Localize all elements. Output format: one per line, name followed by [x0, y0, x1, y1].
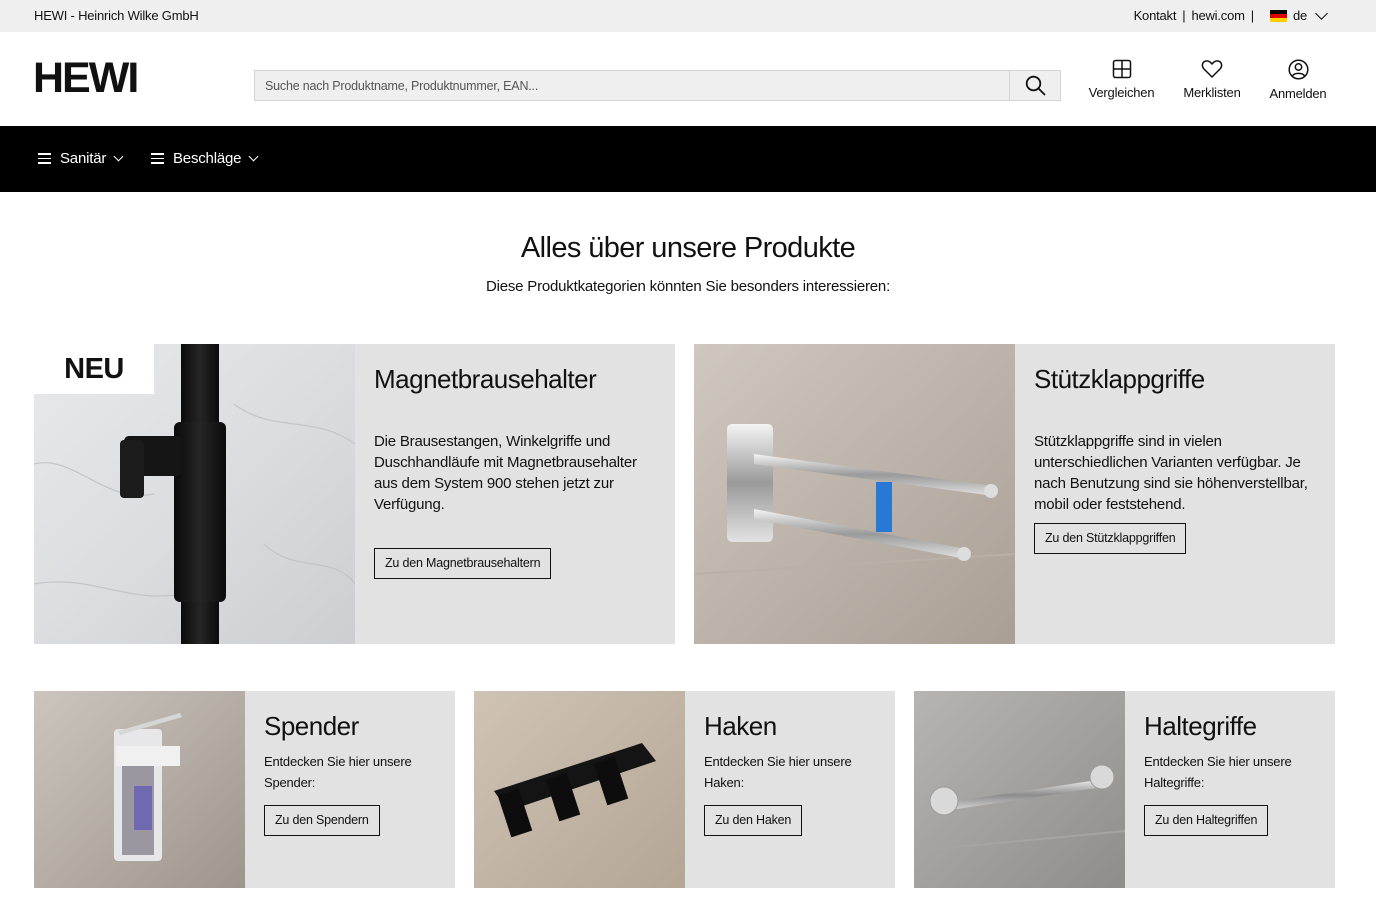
- contact-link[interactable]: Kontakt: [1134, 8, 1177, 23]
- hooks-image: [474, 691, 685, 888]
- search-icon: [1025, 75, 1045, 96]
- hooks-button[interactable]: Zu den Haken: [704, 805, 803, 836]
- wishlists-button[interactable]: Merklisten: [1181, 59, 1243, 100]
- login-label: Anmelden: [1269, 86, 1327, 101]
- nav-item-label: Sanitär: [60, 150, 107, 167]
- top-bar: HEWI - Heinrich Wilke GmbH Kontakt | hew…: [0, 0, 1376, 32]
- chevron-down-icon: [248, 151, 259, 162]
- separator: |: [1250, 8, 1254, 23]
- top-links: Kontakt | hewi.com | de: [1134, 6, 1328, 23]
- nav-item-label: Beschläge: [173, 150, 242, 167]
- page-subtitle: Diese Produktkategorien könnten Sie beso…: [485, 278, 891, 295]
- nav-item-beschlaege[interactable]: Beschläge: [151, 150, 259, 167]
- chevron-down-icon: [113, 151, 124, 162]
- dispenser-image: [34, 691, 245, 888]
- nav-item-sanitaer[interactable]: Sanitär: [38, 150, 124, 167]
- card-title: Spender: [264, 711, 359, 741]
- card-title: Haltegriffe: [1144, 711, 1257, 741]
- card-description: Entdecken Sie hier unsere Haken:: [704, 754, 852, 790]
- user-icon: [1287, 59, 1309, 80]
- language-label: de: [1292, 8, 1307, 23]
- dispensers-button[interactable]: Zu den Spendern: [264, 805, 380, 836]
- company-name: HEWI - Heinrich Wilke GmbH: [34, 8, 199, 23]
- category-card-spender: Spender Entdecken Sie hier unsere Spende…: [34, 691, 455, 888]
- login-button[interactable]: Anmelden: [1268, 59, 1328, 101]
- magnet-holders-button[interactable]: Zu den Magnetbrausehaltern: [374, 548, 552, 579]
- support-rails-button[interactable]: Zu den Stützklappgriffen: [1034, 523, 1187, 554]
- site-link[interactable]: hewi.com: [1191, 8, 1245, 23]
- heart-icon: [1201, 60, 1223, 78]
- new-badge: NEU: [34, 344, 154, 394]
- search-button[interactable]: [1009, 71, 1060, 100]
- search-bar: [254, 70, 1061, 101]
- category-card-haltegriffe: Haltegriffe Entdecken Sie hier unsere Ha…: [914, 691, 1335, 888]
- menu-icon: [151, 153, 164, 164]
- german-flag-icon: [1269, 9, 1287, 22]
- compare-button[interactable]: Vergleichen: [1088, 59, 1155, 100]
- separator: |: [1182, 8, 1186, 23]
- language-selector[interactable]: de: [1260, 6, 1328, 23]
- card-description: Stützklappgriffe sind in vielen untersch…: [1034, 433, 1308, 513]
- grab-bars-image: [914, 691, 1125, 888]
- main-navigation: Sanitär Beschläge: [0, 126, 1376, 192]
- wishlists-label: Merklisten: [1183, 85, 1241, 100]
- chevron-down-icon: [1315, 6, 1328, 20]
- card-description: Die Brausestangen, Winkelgriffe und Dusc…: [374, 433, 637, 513]
- card-title: Magnetbrausehalter: [374, 364, 597, 394]
- page-title: Alles über unsere Produkte: [520, 232, 856, 264]
- card-title: Haken: [704, 711, 777, 741]
- category-card-haken: Haken Entdecken Sie hier unsere Haken: Z…: [474, 691, 895, 888]
- header: HEWI Vergleichen Merklisten Anmelden: [0, 32, 1376, 126]
- card-title: Stützklappgriffe: [1034, 364, 1205, 394]
- category-card-magnetbrausehalter: NEU Magnetbrausehalter Die Brausestangen…: [34, 344, 675, 644]
- menu-icon: [38, 153, 51, 164]
- grab-bars-button[interactable]: Zu den Haltegriffen: [1144, 805, 1269, 836]
- folding-support-rail-image: [694, 344, 1015, 644]
- logo[interactable]: HEWI: [33, 57, 139, 100]
- compare-icon: [1112, 59, 1131, 79]
- search-input[interactable]: [255, 71, 1010, 100]
- compare-label: Vergleichen: [1088, 85, 1155, 100]
- category-card-stuetzklappgriffe: Stützklappgriffe Stützklappgriffe sind i…: [694, 344, 1335, 644]
- card-description: Entdecken Sie hier unsere Haltegriffe:: [1144, 754, 1292, 790]
- card-description: Entdecken Sie hier unsere Spender:: [264, 754, 412, 790]
